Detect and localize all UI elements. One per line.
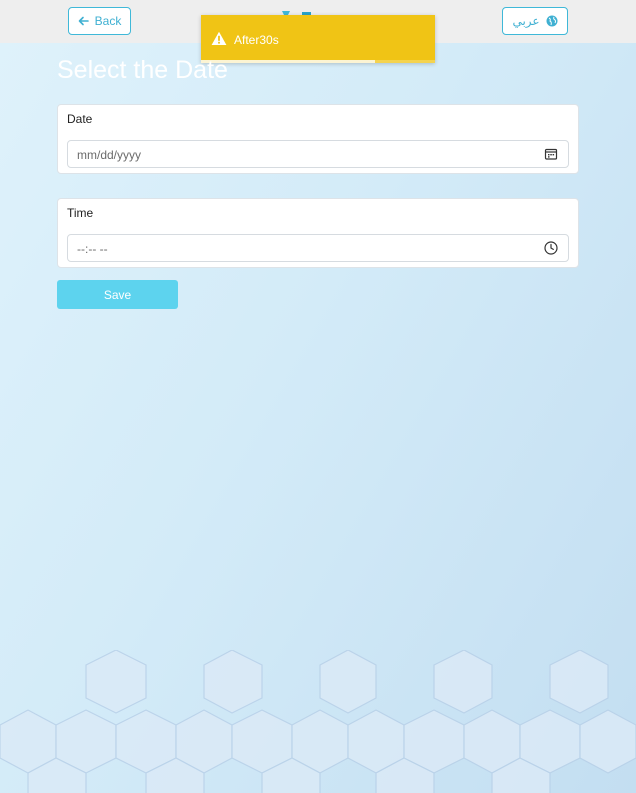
time-input-placeholder: --:-- -- xyxy=(77,242,108,256)
time-card: Time --:-- -- xyxy=(57,198,579,268)
warning-icon xyxy=(211,31,227,45)
calendar-icon[interactable] xyxy=(544,147,558,161)
time-label: Time xyxy=(67,206,94,220)
page-title: Select the Date xyxy=(57,56,228,84)
date-card: Date mm/dd/yyyy xyxy=(57,104,579,174)
date-input-placeholder: mm/dd/yyyy xyxy=(77,148,142,162)
toast-progress-bar xyxy=(201,60,435,63)
clock-icon[interactable] xyxy=(544,241,558,255)
date-input[interactable]: mm/dd/yyyy xyxy=(67,140,569,168)
date-label: Date xyxy=(67,112,93,126)
hexagon-background xyxy=(0,650,636,793)
globe-icon xyxy=(546,15,558,27)
back-button-label: Back xyxy=(94,14,122,28)
warning-toast: After30s xyxy=(201,15,435,63)
time-input[interactable]: --:-- -- xyxy=(67,234,569,262)
language-toggle-button[interactable]: عربي xyxy=(502,7,568,35)
back-button[interactable]: Back xyxy=(68,7,131,35)
language-toggle-label: عربي xyxy=(512,14,540,28)
arrow-left-icon xyxy=(78,16,89,26)
save-button[interactable]: Save xyxy=(57,280,178,309)
toast-message: After30s xyxy=(234,33,279,47)
